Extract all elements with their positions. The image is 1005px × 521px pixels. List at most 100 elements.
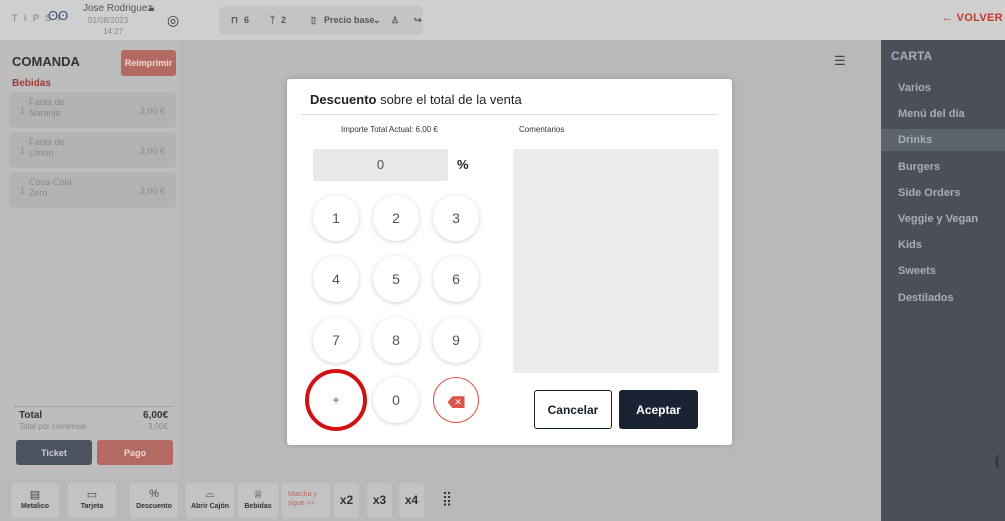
order-item-qty: 1 — [20, 146, 26, 156]
total-label: Total — [19, 410, 43, 421]
menu-panel: CARTA Varios Menú del día Drinks Burgers… — [881, 40, 1005, 521]
table-info-pill: ⊓ 6 ᛉ 2 ▯ Precio base ⌄ ♙ ↪ — [219, 6, 423, 35]
percent-icon: % — [149, 488, 159, 500]
ticket-button[interactable]: Ticket — [16, 440, 92, 465]
menu-category[interactable]: Burgers — [881, 156, 1005, 178]
reprint-button[interactable]: Reimprimir — [121, 50, 176, 76]
menu-category-active[interactable]: Drinks — [881, 129, 1005, 151]
discount-input[interactable]: 0 — [313, 149, 448, 181]
order-item[interactable]: 1 Coca-Cola Zero 2,00 € — [9, 172, 176, 208]
filter-icon[interactable]: ☰ — [834, 53, 846, 69]
table-count: 6 — [244, 15, 250, 25]
order-item[interactable]: 1 Fanta de Limón 2,00 € — [9, 132, 176, 168]
keypad-9[interactable]: 9 — [433, 317, 479, 363]
keypad-5[interactable]: 5 — [373, 256, 419, 302]
transfer-icon[interactable]: ↪ — [414, 15, 422, 26]
back-button[interactable]: ← VOLVER — [942, 12, 1003, 24]
keypad-2[interactable]: 2 — [373, 195, 419, 241]
cash-label: Metalico — [20, 503, 49, 510]
discount-dialog: Descuento sobre el total de la venta Imp… — [287, 79, 732, 445]
order-item-name: Fanta de Limón — [29, 137, 65, 158]
dialog-title: Descuento sobre el total de la venta — [310, 92, 522, 107]
table-icon: ⊓ — [231, 15, 239, 25]
menu-title: CARTA — [891, 49, 933, 63]
accept-button[interactable]: Aceptar — [619, 390, 698, 429]
menu-category[interactable]: Varios — [881, 77, 1005, 99]
multiply-4-button[interactable]: x4 — [399, 483, 424, 518]
menu-category[interactable]: Menú del día — [881, 103, 1005, 125]
card-label: Tarjeta — [80, 503, 104, 510]
chevron-down-icon: ⌄ — [373, 15, 381, 25]
order-item-price: 2,00 € — [140, 146, 166, 156]
menu-category[interactable]: Side Orders — [881, 182, 1005, 204]
top-bar: T I P S I ʘʘ Jose Rodriguez 🔒︎ 01/08/202… — [0, 0, 1005, 40]
cancel-button[interactable]: Cancelar — [534, 390, 612, 429]
grid-icon[interactable]: ⣿ — [432, 483, 462, 518]
drawer-icon: ⌓ — [205, 488, 215, 500]
session-time: 14:27 — [103, 27, 124, 36]
open-drawer-button[interactable]: ⌓ Abrir Cajón — [186, 483, 234, 518]
menu-category[interactable]: Kids — [881, 234, 1005, 256]
dialog-title-rest: sobre el total de la venta — [376, 92, 522, 107]
backspace-button[interactable]: ✕ — [433, 377, 479, 423]
edge-glyph: ( — [995, 452, 1000, 468]
menu-category[interactable]: Sweets — [881, 260, 1005, 282]
drinks-button[interactable]: ♕ Bebidas — [238, 483, 278, 518]
menu-category[interactable]: Veggie y Vegan — [881, 208, 1005, 230]
keypad-4[interactable]: 4 — [313, 256, 359, 302]
order-item-qty: 1 — [20, 186, 26, 196]
cash-button[interactable]: ▤ Metalico — [11, 483, 59, 518]
menu-category[interactable]: Destilados — [881, 287, 1005, 309]
order-item-qty: 1 — [20, 106, 26, 116]
divider — [14, 406, 174, 407]
order-title: COMANDA — [12, 54, 80, 69]
keypad-6[interactable]: 6 — [433, 256, 479, 302]
keypad-7[interactable]: 7 — [313, 317, 359, 363]
lock-icon[interactable]: 🔒︎ — [149, 3, 154, 14]
glasses-icon: ʘʘ — [48, 8, 69, 23]
fire-course-button[interactable]: Marcha y sigue >> — [282, 483, 330, 518]
order-item-price: 2,00 € — [140, 106, 166, 116]
price-list-icon: ▯ — [311, 15, 316, 25]
cash-icon: ▤ — [29, 489, 41, 501]
diners-count: 2 — [281, 15, 287, 25]
dialog-title-bold: Descuento — [310, 92, 377, 107]
user-icon[interactable]: ♙ — [391, 15, 399, 26]
total-value: 6,00€ — [143, 410, 169, 421]
multiply-3-button[interactable]: x3 — [367, 483, 392, 518]
order-category: Bebidas — [12, 78, 51, 89]
keypad-1[interactable]: 1 — [313, 195, 359, 241]
price-mode-dropdown[interactable]: Precio base — [324, 15, 375, 25]
per-diner-label: Total por comensal — [19, 422, 87, 431]
bottom-toolbar: ▤ Metalico ▭ Tarjeta % Descuento ⌓ Abrir… — [0, 480, 881, 521]
diners-icon: ᛉ — [270, 15, 276, 25]
dialog-divider — [301, 114, 718, 115]
keypad-8[interactable]: 8 — [373, 317, 419, 363]
comments-textarea[interactable] — [513, 149, 719, 373]
card-icon: ▭ — [86, 489, 98, 501]
card-button[interactable]: ▭ Tarjeta — [68, 483, 116, 518]
order-item[interactable]: 1 Fanta de Naranja 2,00 € — [9, 92, 176, 128]
chef-hat-icon: ♕ — [253, 489, 263, 501]
order-panel: COMANDA Reimprimir Bebidas 1 Fanta de Na… — [0, 40, 180, 480]
keypad-0[interactable]: 0 — [373, 377, 419, 423]
comments-label: Comentarios — [519, 125, 565, 134]
multiply-2-button[interactable]: x2 — [334, 483, 359, 518]
per-diner-value: 3,00€ — [148, 422, 169, 431]
percent-unit: % — [457, 157, 469, 172]
session-date: 01/08/2023 — [88, 16, 129, 25]
order-item-name: Coca-Cola Zero — [29, 177, 72, 198]
keypad-plus[interactable]: + — [305, 369, 367, 431]
open-drawer-label: Abrir Cajón — [190, 503, 230, 510]
current-total-label: Importe Total Actual: 6,00 € — [341, 125, 438, 134]
discount-button[interactable]: % Descuento — [130, 483, 178, 518]
pay-button[interactable]: Pago — [97, 440, 173, 465]
discount-label: Descuento — [136, 503, 172, 510]
wifi-icon: ◎ — [167, 12, 180, 28]
order-item-name: Fanta de Naranja — [29, 97, 65, 118]
keypad-3[interactable]: 3 — [433, 195, 479, 241]
user-name: Jose Rodriguez — [83, 3, 153, 14]
order-item-price: 2,00 € — [140, 186, 166, 196]
drinks-label: Bebidas — [244, 503, 272, 510]
backspace-icon: ✕ — [447, 396, 465, 409]
